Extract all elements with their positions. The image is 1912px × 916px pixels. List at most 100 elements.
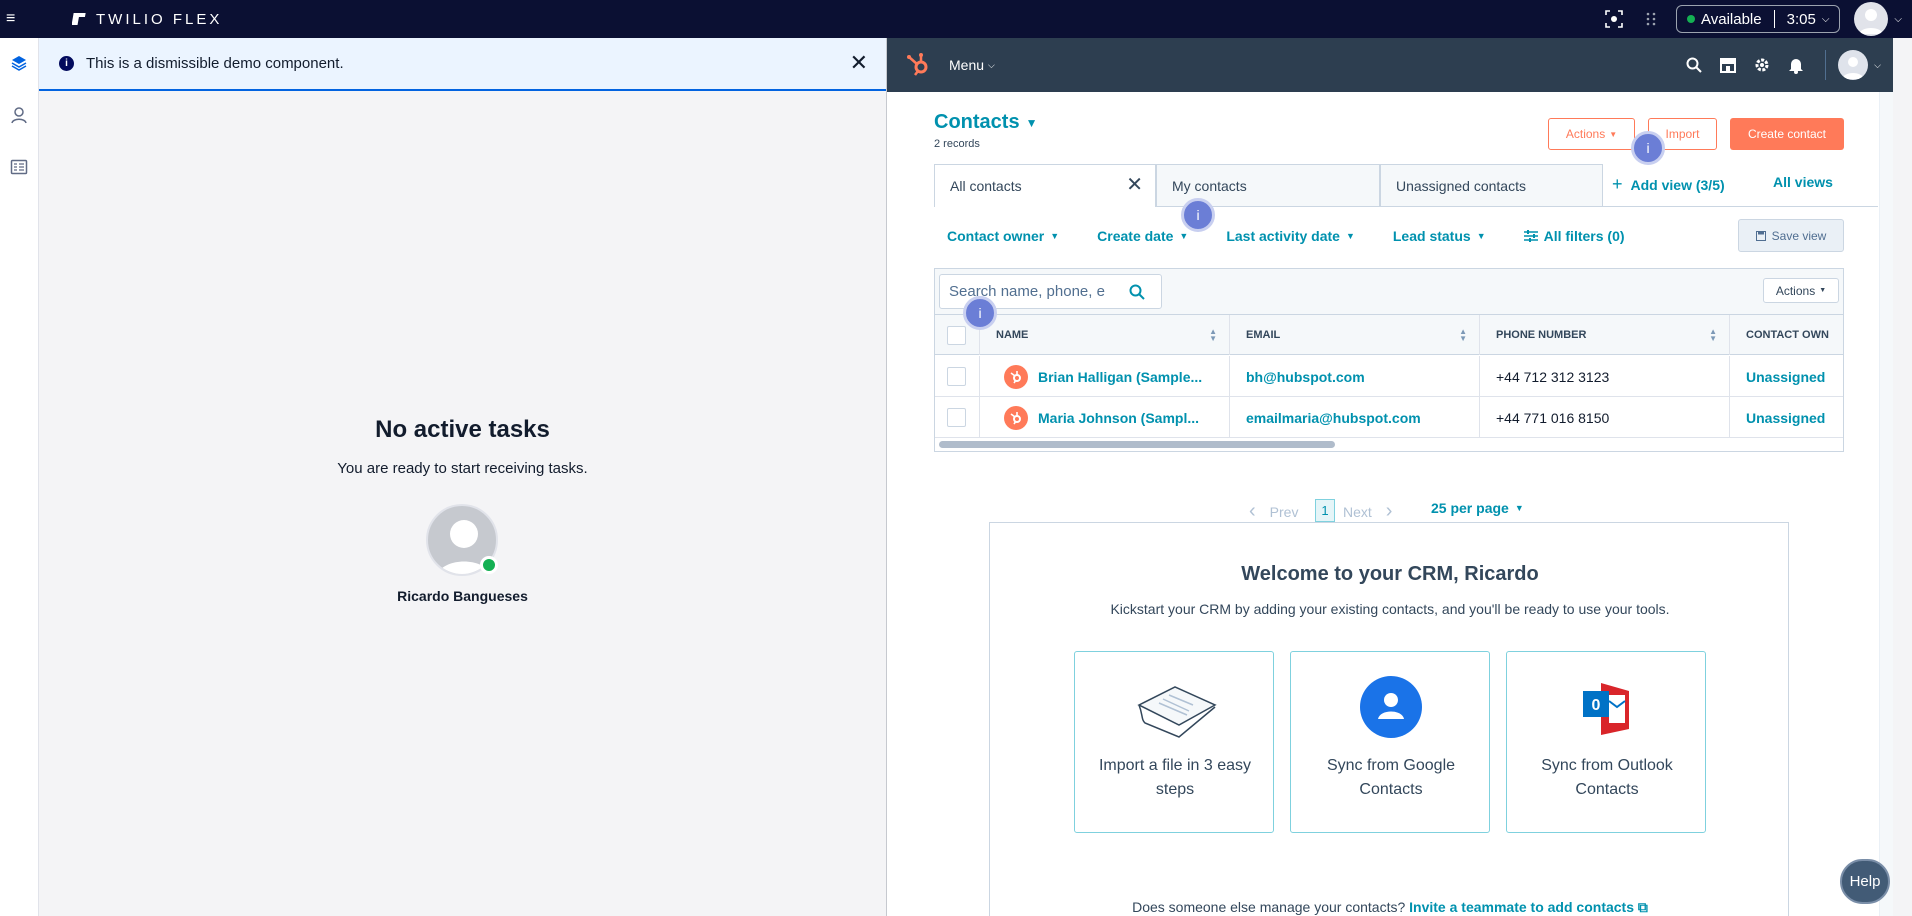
- banner-text: This is a dismissible demo component.: [86, 55, 344, 72]
- view-tabs: All contacts ✕ My contacts Unassigned co…: [934, 164, 1878, 207]
- agents-icon[interactable]: [4, 100, 34, 130]
- table-row[interactable]: Maria Johnson (Sampl... emailmaria@hubsp…: [935, 397, 1843, 438]
- search-icon[interactable]: [1677, 48, 1711, 82]
- current-page[interactable]: 1: [1315, 499, 1335, 522]
- card-label: Sync from Google Contacts: [1326, 757, 1456, 798]
- actions-button[interactable]: Actions ▼: [1548, 118, 1635, 150]
- add-view-button[interactable]: + Add view (3/5): [1612, 174, 1725, 195]
- contact-owner-link[interactable]: Unassigned: [1746, 369, 1825, 385]
- marketplace-icon[interactable]: [1711, 48, 1745, 82]
- sort-icon: ▲ ▼: [1209, 327, 1217, 343]
- actions-label: Actions: [1565, 127, 1606, 141]
- outlook-icon: 0: [1557, 672, 1657, 742]
- filter-lead-status[interactable]: Lead status ▼: [1393, 228, 1486, 244]
- column-name[interactable]: NAME ▲ ▼: [980, 315, 1230, 355]
- add-view-label: Add view (3/5): [1630, 176, 1725, 193]
- demo-banner: i This is a dismissible demo component. …: [39, 38, 886, 91]
- info-marker-icon[interactable]: i: [1631, 131, 1665, 165]
- save-view-label: Save view: [1771, 228, 1827, 243]
- google-sync-card[interactable]: Sync from Google Contacts: [1290, 651, 1490, 833]
- chevron-right-icon: ›: [1385, 500, 1393, 522]
- outlook-sync-card[interactable]: 0 Sync from Outlook Contacts: [1506, 651, 1706, 833]
- name-cell: Brian Halligan (Sample...: [980, 356, 1230, 397]
- invite-teammate-link[interactable]: Invite a teammate to add contacts ⧉: [1409, 899, 1648, 915]
- hamburger-menu-icon[interactable]: ≡: [6, 9, 20, 29]
- owner-cell: Unassigned: [1730, 397, 1843, 438]
- no-tasks-subtitle: You are ready to start receiving tasks.: [337, 460, 588, 477]
- flex-side-nav: [0, 38, 39, 916]
- chevron-down-icon[interactable]: ⌵: [1894, 14, 1902, 25]
- all-views-link[interactable]: All views: [1773, 174, 1833, 190]
- gear-icon[interactable]: [1745, 48, 1779, 82]
- horizontal-scrollbar[interactable]: [939, 441, 1335, 448]
- hubspot-user-avatar[interactable]: [1838, 50, 1869, 80]
- save-view-button[interactable]: Save view: [1738, 219, 1844, 252]
- user-avatar[interactable]: [1854, 2, 1889, 36]
- contact-email-link[interactable]: emailmaria@hubspot.com: [1246, 410, 1421, 426]
- import-file-card[interactable]: Import a file in 3 easy steps: [1074, 651, 1274, 833]
- filter-create-date[interactable]: Create date ▼: [1097, 228, 1188, 244]
- tab-unassigned-contacts[interactable]: Unassigned contacts: [1380, 164, 1603, 206]
- table-actions-dropdown[interactable]: Actions ▼: [1763, 278, 1839, 303]
- column-header-label: NAME: [996, 329, 1029, 341]
- hubspot-menu[interactable]: Menu ⌵: [949, 38, 995, 92]
- table-row[interactable]: Brian Halligan (Sample... bh@hubspot.com…: [935, 356, 1843, 397]
- contact-owner-link[interactable]: Unassigned: [1746, 410, 1825, 426]
- vertical-scrollbar[interactable]: [1879, 92, 1893, 916]
- filter-contact-owner[interactable]: Contact owner ▼: [947, 228, 1059, 244]
- row-select-cell: [935, 397, 980, 438]
- hubspot-logo-icon[interactable]: [905, 52, 931, 78]
- info-marker-icon[interactable]: i: [1181, 198, 1215, 232]
- column-contact-owner[interactable]: CONTACT OWN: [1730, 315, 1843, 355]
- availability-dropdown[interactable]: Available 3:05 ⌵: [1676, 5, 1841, 33]
- caret-down-icon: ▼: [1345, 231, 1355, 241]
- column-phone-number[interactable]: PHONE NUMBER ▲ ▼: [1480, 315, 1730, 355]
- per-page-dropdown[interactable]: 25 per page ▼: [1431, 500, 1524, 516]
- flex-logo-icon: [72, 13, 86, 25]
- all-filters-button[interactable]: All filters (0): [1523, 228, 1625, 244]
- create-contact-button[interactable]: Create contact: [1730, 118, 1844, 150]
- row-checkbox[interactable]: [947, 367, 966, 386]
- apps-grid-icon[interactable]: [1638, 5, 1666, 33]
- menu-label: Menu: [949, 57, 985, 73]
- chevron-down-icon: ⌵: [1821, 13, 1830, 25]
- table-toolbar: Actions ▼: [935, 269, 1843, 315]
- email-cell: bh@hubspot.com: [1230, 356, 1480, 397]
- next-page-button[interactable]: Next ›: [1343, 500, 1392, 523]
- close-icon[interactable]: ✕: [850, 52, 868, 74]
- card-label: Sync from Outlook Contacts: [1541, 757, 1673, 798]
- tab-label: All contacts: [950, 178, 1022, 194]
- tab-label: My contacts: [1172, 177, 1247, 194]
- filter-last-activity-date[interactable]: Last activity date ▼: [1226, 228, 1355, 244]
- dashboard-icon[interactable]: [4, 152, 34, 182]
- help-button[interactable]: Help: [1840, 859, 1890, 904]
- phone-cell: +44 712 312 3123: [1480, 356, 1730, 397]
- layers-icon[interactable]: [4, 48, 34, 78]
- bell-icon[interactable]: [1779, 48, 1813, 82]
- caret-down-icon: ▼: [1609, 129, 1618, 139]
- email-cell: emailmaria@hubspot.com: [1230, 397, 1480, 438]
- column-email[interactable]: EMAIL ▲ ▼: [1230, 315, 1480, 355]
- select-all-checkbox[interactable]: [947, 325, 966, 345]
- row-checkbox[interactable]: [947, 408, 966, 427]
- hubspot-panel: Menu ⌵ ⌵ Contacts ▼ 2 records Actions ▼ …: [887, 38, 1893, 916]
- external-link-icon: ⧉: [1637, 899, 1648, 915]
- contact-email-link[interactable]: bh@hubspot.com: [1246, 369, 1365, 385]
- table-actions-label: Actions: [1775, 283, 1816, 298]
- screen-capture-icon[interactable]: [1600, 5, 1628, 33]
- contacts-table: Actions ▼ NAME ▲▼ EMAIL ▲▼ PHONE NUMBER …: [934, 268, 1844, 452]
- filter-label: Lead status: [1392, 228, 1471, 244]
- hubspot-sprocket-icon: [1004, 364, 1028, 389]
- hubspot-sprocket-icon: [1004, 405, 1028, 430]
- page-title: Contacts: [934, 111, 1020, 133]
- search-icon[interactable]: [1129, 284, 1145, 300]
- contacts-title-dropdown[interactable]: Contacts ▼: [934, 111, 1037, 134]
- prev-page-button[interactable]: ‹ Prev: [1249, 500, 1298, 523]
- contact-name-link[interactable]: Maria Johnson (Sampl...: [1038, 410, 1199, 426]
- close-icon[interactable]: ✕: [1126, 175, 1143, 195]
- chevron-down-icon[interactable]: ⌵: [1874, 60, 1881, 71]
- contact-name-link[interactable]: Brian Halligan (Sample...: [1038, 369, 1202, 385]
- tab-all-contacts[interactable]: All contacts ✕: [934, 164, 1156, 207]
- info-marker-icon[interactable]: i: [963, 296, 997, 330]
- next-label: Next: [1343, 503, 1372, 520]
